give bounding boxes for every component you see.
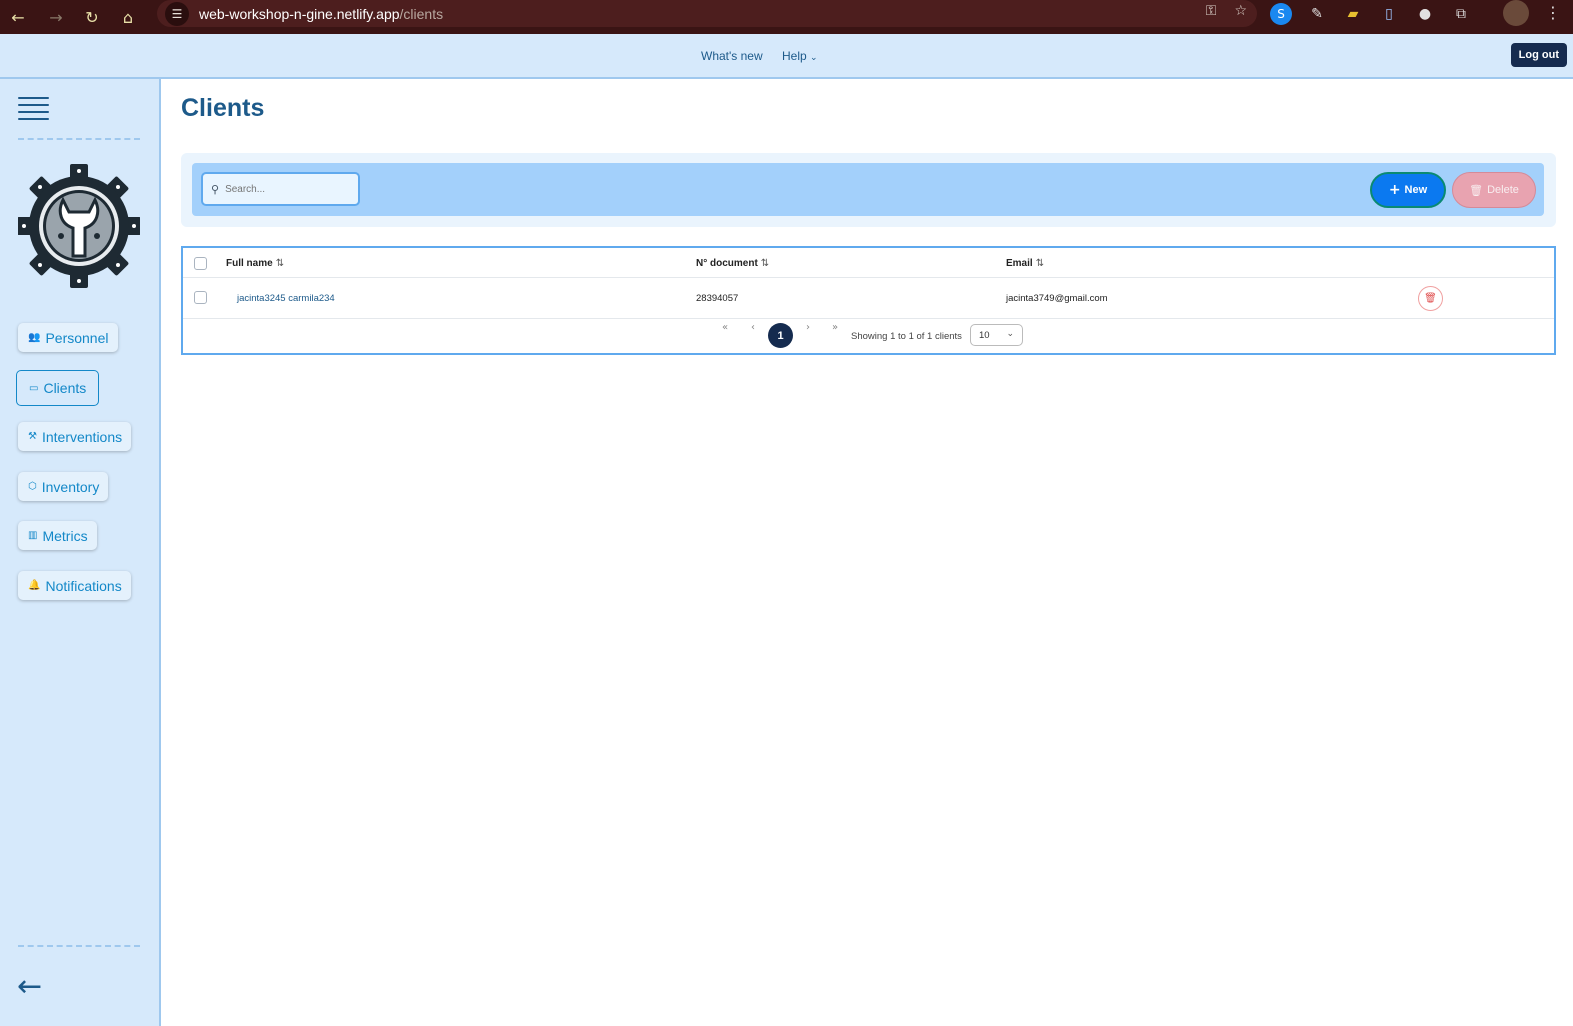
- trash-icon: 🗑: [1469, 183, 1484, 197]
- last-page-icon[interactable]: »: [832, 322, 838, 333]
- sidebar-item-label: Personnel: [45, 329, 109, 346]
- sidebar-item-clients[interactable]: ▭ Clients: [16, 370, 100, 406]
- toolbar-container: ⚲ + New 🗑 Delete: [181, 153, 1556, 227]
- client-document: 28394057: [696, 293, 739, 304]
- bar-chart-icon: ▥: [28, 530, 38, 541]
- first-page-icon[interactable]: «: [722, 322, 728, 333]
- back-icon[interactable]: ←: [0, 0, 36, 34]
- new-button-label: New: [1404, 184, 1428, 196]
- sort-icon[interactable]: ⇅: [276, 258, 284, 269]
- divider: [18, 138, 140, 140]
- rows-per-page-select[interactable]: 10 ⌄: [970, 324, 1023, 346]
- sort-icon[interactable]: ⇅: [761, 258, 769, 269]
- client-full-name-link[interactable]: jacinta3245 carmila234: [237, 293, 335, 304]
- hamburger-menu-icon[interactable]: [18, 97, 49, 120]
- page-title: Clients: [181, 94, 265, 122]
- id-card-icon: ▭: [29, 382, 39, 394]
- site-info-icon[interactable]: ☰: [165, 1, 189, 26]
- help-label: Help: [782, 49, 807, 63]
- sidebar: 👥 Personnel ▭ Clients ⚒ Interventions ⬡ …: [0, 79, 161, 1026]
- sidebar-item-label: Metrics: [42, 527, 88, 544]
- workshop-gear-logo: [18, 164, 140, 288]
- client-email: jacinta3749@gmail.com: [1006, 293, 1108, 304]
- puzzle-extensions-icon[interactable]: ⧉: [1450, 3, 1472, 25]
- row-checkbox[interactable]: [194, 291, 207, 304]
- document-extension-icon[interactable]: ▯: [1378, 3, 1400, 25]
- browser-menu-icon[interactable]: ⋮: [1545, 3, 1561, 22]
- forward-icon[interactable]: →: [38, 0, 74, 34]
- sidebar-item-personnel[interactable]: 👥 Personnel: [18, 323, 118, 352]
- sidebar-item-interventions[interactable]: ⚒ Interventions: [18, 422, 132, 451]
- delete-button[interactable]: 🗑 Delete: [1452, 172, 1536, 208]
- column-header-label: N° document: [696, 258, 758, 269]
- home-icon[interactable]: ⌂: [110, 0, 146, 34]
- app-header: What's new Help ⌄ Log out: [0, 34, 1573, 79]
- new-client-button[interactable]: + New: [1370, 172, 1446, 208]
- column-header-full-name[interactable]: Full name ⇅: [226, 258, 284, 269]
- folder-extension-icon[interactable]: ▰: [1342, 3, 1364, 25]
- column-header-email[interactable]: Email ⇅: [1006, 258, 1044, 269]
- current-page-button[interactable]: 1: [768, 323, 793, 348]
- toolbar: ⚲ + New 🗑 Delete: [192, 163, 1544, 216]
- row-delete-trash-icon[interactable]: 🗑: [1418, 286, 1443, 311]
- bookmark-star-icon[interactable]: ☆: [1234, 3, 1247, 19]
- sidebar-item-label: Inventory: [41, 478, 100, 495]
- search-field[interactable]: ⚲: [201, 172, 360, 206]
- eyedropper-extension-icon[interactable]: ✎: [1306, 3, 1328, 25]
- shazam-extension-icon[interactable]: S: [1270, 2, 1292, 25]
- previous-page-icon[interactable]: ‹: [751, 322, 755, 333]
- next-page-icon[interactable]: ›: [806, 322, 810, 333]
- users-icon: 👥: [28, 332, 41, 343]
- sidebar-item-inventory[interactable]: ⬡ Inventory: [18, 472, 109, 501]
- collapse-back-arrow-icon[interactable]: ←: [17, 969, 42, 1004]
- clients-table: Full name ⇅ N° document ⇅ Email ⇅ jacinta32…: [181, 246, 1556, 355]
- bell-icon: 🔔: [28, 580, 41, 591]
- reload-icon[interactable]: ↻: [74, 0, 110, 34]
- url-text[interactable]: web-workshop-n-gine.netlify.app/clients: [199, 6, 443, 22]
- divider: [18, 945, 140, 947]
- chevron-down-icon: ⌄: [1006, 329, 1014, 339]
- help-menu[interactable]: Help ⌄: [782, 49, 818, 63]
- extension-icon-dark[interactable]: ●: [1414, 3, 1436, 25]
- search-input[interactable]: [225, 183, 346, 195]
- sidebar-item-label: Interventions: [41, 428, 123, 445]
- column-header-document[interactable]: N° document ⇅: [696, 258, 769, 269]
- sidebar-item-label: Notifications: [45, 577, 122, 594]
- select-all-checkbox[interactable]: [194, 257, 207, 270]
- logout-button[interactable]: Log out: [1510, 43, 1567, 67]
- header-divider: [183, 277, 1554, 278]
- rows-per-page-value: 10: [979, 329, 990, 341]
- sidebar-item-metrics[interactable]: ▥ Metrics: [18, 521, 97, 550]
- whats-new-link[interactable]: What's new: [701, 49, 763, 63]
- browser-toolbar: ← → ↻ ⌂ ☰ web-workshop-n-gine.netlify.ap…: [0, 0, 1573, 34]
- wrench-icon: ⚒: [28, 431, 37, 442]
- column-header-label: Email: [1006, 258, 1033, 269]
- column-header-label: Full name: [226, 258, 273, 269]
- chevron-down-icon: ⌄: [810, 53, 818, 63]
- box-icon: ⬡: [28, 481, 37, 492]
- search-icon: ⚲: [211, 182, 220, 196]
- row-divider: [183, 318, 1554, 319]
- pagination-summary: Showing 1 to 1 of 1 clients: [851, 331, 962, 342]
- sort-icon[interactable]: ⇅: [1036, 258, 1044, 269]
- profile-avatar[interactable]: [1503, 0, 1529, 26]
- sidebar-item-notifications[interactable]: 🔔 Notifications: [18, 571, 131, 600]
- delete-button-label: Delete: [1487, 184, 1519, 196]
- address-bar[interactable]: ☰ web-workshop-n-gine.netlify.app/client…: [157, 0, 1257, 27]
- sidebar-item-label: Clients: [43, 380, 87, 396]
- password-key-icon[interactable]: ⚿: [1206, 3, 1217, 19]
- plus-icon: +: [1388, 182, 1401, 198]
